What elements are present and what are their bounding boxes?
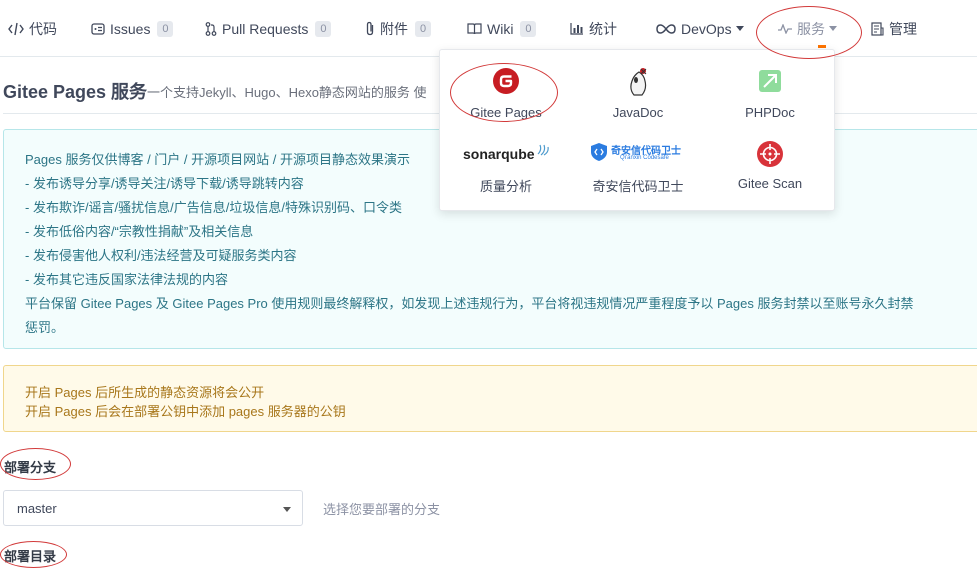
tab-pull-requests-label: Pull Requests xyxy=(222,20,309,37)
tab-stats-label: 统计 xyxy=(589,20,617,37)
tab-issues-label: Issues xyxy=(110,20,151,37)
tab-attachments[interactable]: 附件 0 xyxy=(365,0,431,57)
gitee-pages-icon xyxy=(492,67,520,100)
notice-line: 平台保留 Gitee Pages 及 Gitee Pages Pro 使用规则最… xyxy=(25,296,914,311)
qianxin-logo-subtext: Qi'anxin Codesafe xyxy=(620,155,669,161)
service-item-label: Gitee Pages xyxy=(470,105,542,120)
attachments-count-badge: 0 xyxy=(415,20,431,37)
service-item-label: JavaDoc xyxy=(612,105,664,120)
page-subtitle: 一个支持Jekyll、Hugo、Hexo静态网站的服务 使 xyxy=(147,85,427,100)
sonarqube-logo: sonarqube xyxy=(463,144,549,166)
tab-code[interactable]: 代码 xyxy=(8,0,57,57)
notice-line: Pages 服务仅供博客 / 门户 / 开源项目网站 / 开源项目静态效果演示 xyxy=(25,152,410,167)
service-item-quality-analysis[interactable]: sonarqube 质量分析 xyxy=(440,134,572,206)
code-icon xyxy=(8,22,24,36)
tab-devops-label: DevOps xyxy=(681,20,732,37)
service-item-gitee-pages[interactable]: Gitee Pages xyxy=(440,62,572,134)
warning-line: 开启 Pages 后会在部署公钥中添加 pages 服务器的公钥 xyxy=(25,404,346,419)
qianxin-codesafe-logo: 奇安信代码卫士 Qi'anxin Codesafe xyxy=(590,142,686,166)
service-item-label: Gitee Scan xyxy=(737,176,803,191)
issues-icon xyxy=(91,22,105,36)
sonarqube-logo-text: sonarqube xyxy=(463,146,535,162)
tab-code-label: 代码 xyxy=(29,20,57,37)
service-item-label: 奇安信代码卫士 xyxy=(592,179,684,194)
pulse-icon xyxy=(778,23,792,34)
notice-line: 惩罚。 xyxy=(25,320,65,335)
tab-manage-label: 管理 xyxy=(889,20,917,37)
deploy-branch-value: master xyxy=(17,501,57,516)
infinity-icon xyxy=(656,23,676,34)
warning-line: 开启 Pages 后所生成的静态资源将会公开 xyxy=(25,385,265,400)
notice-line: - 发布低俗内容/“宗教性捐献”及相关信息 xyxy=(25,224,254,239)
service-item-label: PHPDoc xyxy=(745,105,795,120)
tab-issues[interactable]: Issues 0 xyxy=(91,0,174,57)
deploy-branch-select[interactable]: master xyxy=(3,490,303,526)
phpdoc-icon xyxy=(757,68,783,99)
pull-requests-count-badge: 0 xyxy=(315,20,332,37)
chevron-down-icon xyxy=(735,26,744,31)
tab-service-label: 服务 xyxy=(797,20,825,37)
notice-line: - 发布欺诈/谣言/骚扰信息/广告信息/垃圾信息/特殊识别码、口令类 xyxy=(25,200,403,215)
service-item-phpdoc[interactable]: PHPDoc xyxy=(704,62,836,134)
service-item-qianxin-codesafe[interactable]: 奇安信代码卫士 Qi'anxin Codesafe 奇安信代码卫士 xyxy=(572,134,704,206)
book-icon xyxy=(467,22,482,35)
tab-manage[interactable]: 管理 xyxy=(871,0,917,57)
javadoc-icon xyxy=(626,67,650,102)
page-title: Gitee Pages 服务 xyxy=(3,82,148,102)
chevron-down-icon xyxy=(829,26,837,31)
gitee-scan-icon xyxy=(756,140,784,173)
pull-request-icon xyxy=(205,21,217,36)
notice-line: - 发布侵害他人权利/违法经营及可疑服务类内容 xyxy=(25,248,297,263)
service-item-gitee-scan[interactable]: Gitee Scan xyxy=(704,134,836,206)
notice-line: - 发布其它违反国家法律法规的内容 xyxy=(25,272,228,287)
tab-pull-requests[interactable]: Pull Requests 0 xyxy=(205,0,332,57)
bar-chart-icon xyxy=(570,22,584,35)
service-item-label: 质量分析 xyxy=(479,179,532,194)
active-tab-indicator xyxy=(818,45,826,48)
tab-attachments-label: 附件 xyxy=(380,20,408,37)
public-resources-warning: 开启 Pages 后所生成的静态资源将会公开 开启 Pages 后会在部署公钥中… xyxy=(3,365,977,432)
document-icon xyxy=(871,21,884,36)
deploy-branch-label: 部署分支 xyxy=(4,460,57,475)
services-dropdown: Gitee Pages JavaDoc PHPDoc sonarqube 质量分… xyxy=(439,49,835,211)
paperclip-icon xyxy=(365,21,375,36)
deploy-directory-label: 部署目录 xyxy=(4,549,57,564)
deploy-branch-hint: 选择您要部署的分支 xyxy=(323,502,441,517)
service-item-javadoc[interactable]: JavaDoc xyxy=(572,62,704,134)
issues-count-badge: 0 xyxy=(157,20,174,37)
tab-wiki-label: Wiki xyxy=(487,20,514,37)
notice-line: - 发布诱导分享/诱导关注/诱导下载/诱导跳转内容 xyxy=(25,176,304,191)
wiki-count-badge: 0 xyxy=(520,20,537,37)
chevron-down-icon xyxy=(283,507,291,512)
